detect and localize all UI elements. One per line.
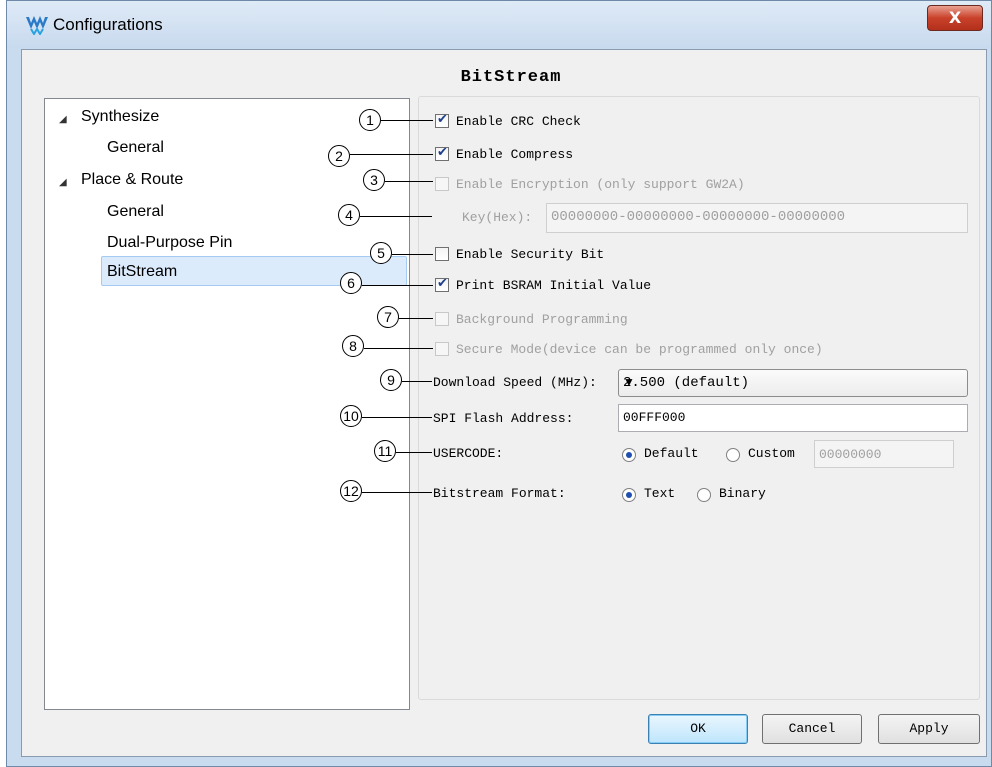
callout-8: 8 <box>342 335 364 357</box>
callout-6: 6 <box>340 272 362 294</box>
security-bit-checkbox[interactable] <box>435 247 449 261</box>
callout-line <box>399 318 433 319</box>
tree-item-synthesize-general[interactable]: General <box>107 139 164 157</box>
spi-flash-address-label: SPI Flash Address: <box>433 411 574 426</box>
callout-line <box>362 417 432 418</box>
dialog-body: BitStream ◢ Synthesize General ◢ Place &… <box>21 49 987 757</box>
encryption-label: Enable Encryption (only support GW2A) <box>456 177 745 192</box>
callout-line <box>362 492 432 493</box>
callout-line <box>350 154 433 155</box>
usercode-custom-label: Custom <box>748 446 795 461</box>
check-icon: ✔ <box>437 112 448 127</box>
chevron-down-icon: ▼ <box>623 375 635 389</box>
window-title: Configurations <box>53 15 163 34</box>
check-icon: ✔ <box>437 145 448 160</box>
callout-11: 11 <box>374 440 396 462</box>
callout-1: 1 <box>359 109 381 131</box>
callout-line <box>381 120 433 121</box>
compress-label: Enable Compress <box>456 147 574 162</box>
callout-2: 2 <box>328 145 350 167</box>
usercode-custom-input[interactable]: 00000000 <box>814 440 954 468</box>
callout-line <box>362 285 433 286</box>
usercode-default-label: Default <box>644 446 699 461</box>
format-text-radio[interactable] <box>622 488 636 502</box>
callout-line <box>364 348 433 349</box>
spi-flash-address-input[interactable]: 00FFF000 <box>618 404 968 432</box>
category-tree: ◢ Synthesize General ◢ Place & Route Gen… <box>44 98 410 710</box>
close-button[interactable]: X <box>927 5 983 31</box>
callout-line <box>360 216 432 217</box>
callout-5: 5 <box>370 242 392 264</box>
title-bar[interactable]: Configurations X <box>7 1 991 48</box>
secure-mode-label: Secure Mode(device can be programmed onl… <box>456 342 823 357</box>
page-title: BitStream <box>460 68 562 87</box>
usercode-label: USERCODE: <box>433 446 504 461</box>
tree-item-place-route[interactable]: Place & Route <box>81 171 183 189</box>
crc-checkbox[interactable]: ✔ <box>435 112 449 128</box>
background-programming-label: Background Programming <box>456 312 628 327</box>
callout-line <box>402 381 432 382</box>
apply-button[interactable]: Apply <box>878 714 980 744</box>
secure-mode-checkbox[interactable] <box>435 342 449 356</box>
callout-12: 12 <box>340 480 362 502</box>
key-hex-field[interactable]: 00000000-00000000-00000000-00000000 <box>546 203 968 233</box>
key-hex-value: 00000000-00000000-00000000-00000000 <box>551 209 846 225</box>
cancel-button[interactable]: Cancel <box>762 714 862 744</box>
triangle-expanded-icon[interactable]: ◢ <box>59 114 67 125</box>
download-speed-dropdown[interactable]: 2.500 (default) ▼ <box>618 369 968 397</box>
bsram-checkbox[interactable]: ✔ <box>435 276 449 292</box>
callout-line <box>392 254 433 255</box>
callout-4: 4 <box>338 204 360 226</box>
ok-button[interactable]: OK <box>648 714 748 744</box>
bitstream-format-label: Bitstream Format: <box>433 486 566 501</box>
crc-label: Enable CRC Check <box>456 114 581 129</box>
triangle-expanded-icon[interactable]: ◢ <box>59 177 67 188</box>
check-icon: ✔ <box>437 276 448 291</box>
tree-item-bitstream[interactable]: BitStream <box>107 263 177 281</box>
tree-item-pr-general[interactable]: General <box>107 203 164 221</box>
format-binary-radio[interactable] <box>697 488 711 502</box>
callout-10: 10 <box>340 405 362 427</box>
callout-7: 7 <box>377 306 399 328</box>
tree-item-dual-purpose-pin[interactable]: Dual-Purpose Pin <box>107 234 232 252</box>
usercode-default-radio[interactable] <box>622 448 636 462</box>
callout-line <box>396 452 432 453</box>
callout-3: 3 <box>363 169 385 191</box>
tree-item-synthesize[interactable]: Synthesize <box>81 108 159 126</box>
bsram-label: Print BSRAM Initial Value <box>456 278 652 293</box>
background-programming-checkbox[interactable] <box>435 312 449 326</box>
encryption-checkbox[interactable] <box>435 177 449 191</box>
key-label: Key(Hex): <box>462 210 533 225</box>
configurations-window: Configurations X BitStream ◢ Synthesize … <box>6 0 992 767</box>
spi-flash-address-value: 00FFF000 <box>623 410 686 425</box>
gowin-logo-icon <box>26 16 48 35</box>
usercode-custom-radio[interactable] <box>726 448 740 462</box>
format-binary-label: Binary <box>719 486 766 501</box>
format-text-label: Text <box>644 486 676 501</box>
compress-checkbox[interactable]: ✔ <box>435 145 449 161</box>
security-bit-label: Enable Security Bit <box>456 247 605 262</box>
callout-line <box>385 181 433 182</box>
callout-9: 9 <box>380 369 402 391</box>
download-speed-label: Download Speed (MHz): <box>433 375 597 390</box>
usercode-custom-value: 00000000 <box>819 447 882 462</box>
